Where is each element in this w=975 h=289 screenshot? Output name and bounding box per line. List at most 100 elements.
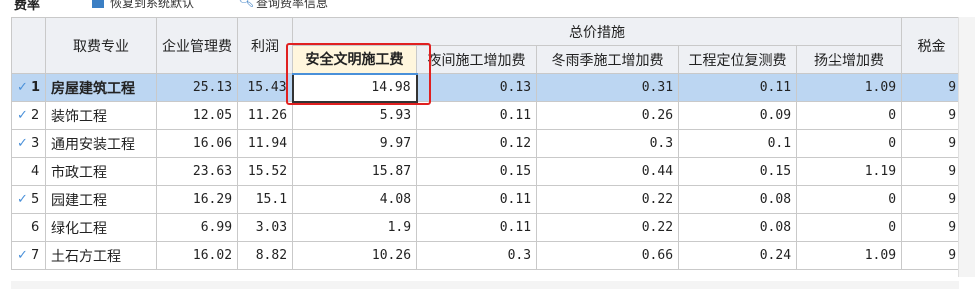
check-icon: ✓ <box>17 248 28 263</box>
cell-profit[interactable]: 8.82 <box>237 241 294 270</box>
cell-mgmt-fee[interactable]: 16.29 <box>156 185 239 214</box>
fee-rate-grid: 取费专业 企业管理费 利润 总价措施 税金 安全文明施工费 夜间施工增加费 冬雨… <box>10 17 963 270</box>
cell-winter-rain-fee[interactable]: 0.31 <box>536 73 680 102</box>
row-header[interactable]: ✓ 3 <box>10 129 47 158</box>
cell-dust-fee[interactable]: 0 <box>796 129 903 158</box>
cell-winter-rain-fee[interactable]: 0.44 <box>536 157 680 186</box>
cell-dust-fee[interactable]: 0 <box>796 213 903 242</box>
toolbar: 费率 恢复到系统默认 🔍︎ 查询费率信息 <box>0 0 975 14</box>
vertical-scrollbar[interactable] <box>958 17 975 277</box>
cell-dust-fee[interactable]: 0 <box>796 185 903 214</box>
header-mgmt-fee[interactable]: 企业管理费 <box>156 17 239 74</box>
cell-night-fee[interactable]: 0.11 <box>416 101 538 130</box>
header-profit[interactable]: 利润 <box>237 17 294 74</box>
cell-night-fee[interactable]: 0.13 <box>416 73 538 102</box>
cell-safety-fee[interactable]: 10.26 <box>292 241 418 270</box>
cell-safety-fee[interactable]: 14.98 <box>291 72 418 103</box>
cell-profit[interactable]: 11.26 <box>237 101 294 130</box>
cell-survey-fee[interactable]: 0.09 <box>678 101 798 130</box>
row-header[interactable]: ✓ 7 <box>10 241 47 270</box>
cell-survey-fee[interactable]: 0.1 <box>678 129 798 158</box>
row-header[interactable]: ✓ 5 <box>10 185 47 214</box>
row-header[interactable]: ✓ 2 <box>10 101 47 130</box>
cell-winter-rain-fee[interactable]: 0.22 <box>536 185 680 214</box>
cell-category-name[interactable]: 通用安装工程 <box>45 129 158 158</box>
cell-profit[interactable]: 15.43 <box>237 73 294 102</box>
header-night-fee[interactable]: 夜间施工增加费 <box>416 45 538 74</box>
cell-mgmt-fee[interactable]: 23.63 <box>156 157 239 186</box>
cell-winter-rain-fee[interactable]: 0.66 <box>536 241 680 270</box>
cell-profit[interactable]: 3.03 <box>237 213 294 242</box>
cell-tax[interactable]: 9 <box>901 241 963 270</box>
cell-survey-fee[interactable]: 0.11 <box>678 73 798 102</box>
cell-night-fee[interactable]: 0.3 <box>416 241 538 270</box>
cell-tax[interactable]: 9 <box>901 157 963 186</box>
row-header[interactable]: 4 <box>10 157 47 186</box>
cell-dust-fee[interactable]: 1.09 <box>796 241 903 270</box>
cell-winter-rain-fee[interactable]: 0.26 <box>536 101 680 130</box>
cell-safety-fee[interactable]: 4.08 <box>292 185 418 214</box>
row-number: 7 <box>31 248 40 263</box>
cell-category-name[interactable]: 园建工程 <box>45 185 158 214</box>
cell-tax[interactable]: 9 <box>901 101 963 130</box>
cell-night-fee[interactable]: 0.11 <box>416 185 538 214</box>
cell-category-name[interactable]: 土石方工程 <box>45 241 158 270</box>
row-header[interactable]: ✓ 1 <box>10 73 47 102</box>
cell-safety-fee[interactable]: 9.97 <box>292 129 418 158</box>
cell-profit[interactable]: 11.94 <box>237 129 294 158</box>
cell-mgmt-fee[interactable]: 12.05 <box>156 101 239 130</box>
cell-category-name[interactable]: 装饰工程 <box>45 101 158 130</box>
cell-category-name[interactable]: 绿化工程 <box>45 213 158 242</box>
row-number: 4 <box>31 164 40 179</box>
cell-safety-fee[interactable]: 5.93 <box>292 101 418 130</box>
cell-night-fee[interactable]: 0.15 <box>416 157 538 186</box>
header-winter-rain-fee[interactable]: 冬雨季施工增加费 <box>536 45 680 74</box>
table-row[interactable]: 4 市政工程 23.63 15.52 15.87 0.15 0.44 0.15 1.19 9 <box>10 157 963 186</box>
header-category[interactable]: 取费专业 <box>45 17 158 74</box>
cell-category-name[interactable]: 市政工程 <box>45 157 158 186</box>
table-row[interactable]: ✓ 3 通用安装工程 16.06 11.94 9.97 0.12 0.3 0.1 0 9 <box>10 129 963 158</box>
cell-survey-fee[interactable]: 0.08 <box>678 185 798 214</box>
cell-survey-fee[interactable]: 0.24 <box>678 241 798 270</box>
cell-night-fee[interactable]: 0.11 <box>416 213 538 242</box>
restore-default-checkbox[interactable] <box>92 0 104 8</box>
cell-profit[interactable]: 15.1 <box>237 185 294 214</box>
cell-winter-rain-fee[interactable]: 0.3 <box>536 129 680 158</box>
header-group-lump-sum-measures: 总价措施 <box>292 17 903 46</box>
cell-category-name[interactable]: 房屋建筑工程 <box>45 73 158 102</box>
cell-tax[interactable]: 9 <box>901 185 963 214</box>
cell-safety-fee[interactable]: 1.9 <box>292 213 418 242</box>
cell-tax[interactable]: 9 <box>901 213 963 242</box>
cell-winter-rain-fee[interactable]: 0.22 <box>536 213 680 242</box>
cell-tax[interactable]: 9 <box>901 73 963 102</box>
header-safety-fee[interactable]: 安全文明施工费 <box>292 45 418 75</box>
header-dust-fee[interactable]: 扬尘增加费 <box>796 45 903 74</box>
cell-mgmt-fee[interactable]: 6.99 <box>156 213 239 242</box>
restore-default-label[interactable]: 恢复到系统默认 <box>110 0 194 11</box>
cell-mgmt-fee[interactable]: 16.02 <box>156 241 239 270</box>
cell-survey-fee[interactable]: 0.15 <box>678 157 798 186</box>
header-survey-fee[interactable]: 工程定位复测费 <box>678 45 798 74</box>
table-row[interactable]: ✓ 1 房屋建筑工程 25.13 15.43 14.98 0.13 0.31 0.11 1.09 9 <box>10 72 963 103</box>
cell-dust-fee[interactable]: 1.19 <box>796 157 903 186</box>
table-row[interactable]: ✓ 7 土石方工程 16.02 8.82 10.26 0.3 0.66 0.24 1.09 9 <box>10 241 963 270</box>
cell-mgmt-fee[interactable]: 16.06 <box>156 129 239 158</box>
cell-mgmt-fee[interactable]: 25.13 <box>156 73 239 102</box>
cell-profit[interactable]: 15.52 <box>237 157 294 186</box>
cell-survey-fee[interactable]: 0.08 <box>678 213 798 242</box>
horizontal-scrollbar[interactable] <box>11 281 959 289</box>
check-icon: ✓ <box>17 80 28 95</box>
cell-dust-fee[interactable]: 1.09 <box>796 73 903 102</box>
row-header[interactable]: 6 <box>10 213 47 242</box>
header-tax[interactable]: 税金 <box>901 17 963 74</box>
search-icon[interactable]: 🔍︎ <box>238 0 255 9</box>
cell-tax[interactable]: 9 <box>901 129 963 158</box>
cell-safety-fee[interactable]: 15.87 <box>292 157 418 186</box>
table-row[interactable]: 6 绿化工程 6.99 3.03 1.9 0.11 0.22 0.08 0 9 <box>10 213 963 242</box>
table-row[interactable]: ✓ 5 园建工程 16.29 15.1 4.08 0.11 0.22 0.08 0 9 <box>10 185 963 214</box>
row-number: 5 <box>31 192 40 207</box>
query-rate-link[interactable]: 查询费率信息 <box>256 0 328 11</box>
cell-dust-fee[interactable]: 0 <box>796 101 903 130</box>
cell-night-fee[interactable]: 0.12 <box>416 129 538 158</box>
table-row[interactable]: ✓ 2 装饰工程 12.05 11.26 5.93 0.11 0.26 0.09 0 9 <box>10 101 963 130</box>
